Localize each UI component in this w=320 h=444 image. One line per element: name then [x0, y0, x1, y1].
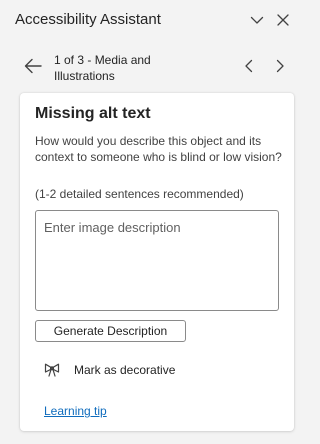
collapse-pane-button[interactable]: [247, 10, 267, 30]
issue-navigation: 1 of 3 - Media and Illustrations: [0, 48, 300, 88]
issue-card: Missing alt text How would you describe …: [20, 93, 294, 431]
previous-issue-button[interactable]: [239, 58, 259, 78]
image-description-input[interactable]: [35, 210, 279, 311]
mark-as-decorative-button[interactable]: Mark as decorative: [42, 360, 175, 380]
pane-header: Accessibility Assistant: [0, 0, 300, 40]
chevron-right-icon: [275, 59, 285, 78]
pane-title: Accessibility Assistant: [15, 11, 161, 28]
learning-tip-link[interactable]: Learning tip: [44, 404, 107, 418]
issue-title: Missing alt text: [35, 105, 151, 122]
close-icon: [277, 14, 289, 26]
chevron-down-icon: [250, 13, 264, 27]
issue-description: How would you describe this object and i…: [35, 134, 282, 164]
arrow-left-icon: [24, 58, 42, 79]
close-pane-button[interactable]: [273, 10, 293, 30]
mark-as-decorative-label: Mark as decorative: [74, 363, 176, 377]
back-button[interactable]: [22, 57, 44, 79]
chevron-left-icon: [244, 59, 254, 78]
generate-description-button[interactable]: Generate Description: [35, 320, 186, 342]
ribbon-icon: [42, 360, 62, 380]
length-hint: (1-2 detailed sentences recommended): [35, 187, 244, 201]
next-issue-button[interactable]: [270, 58, 290, 78]
issue-position-text: 1 of 3 - Media and Illustrations: [54, 53, 151, 83]
